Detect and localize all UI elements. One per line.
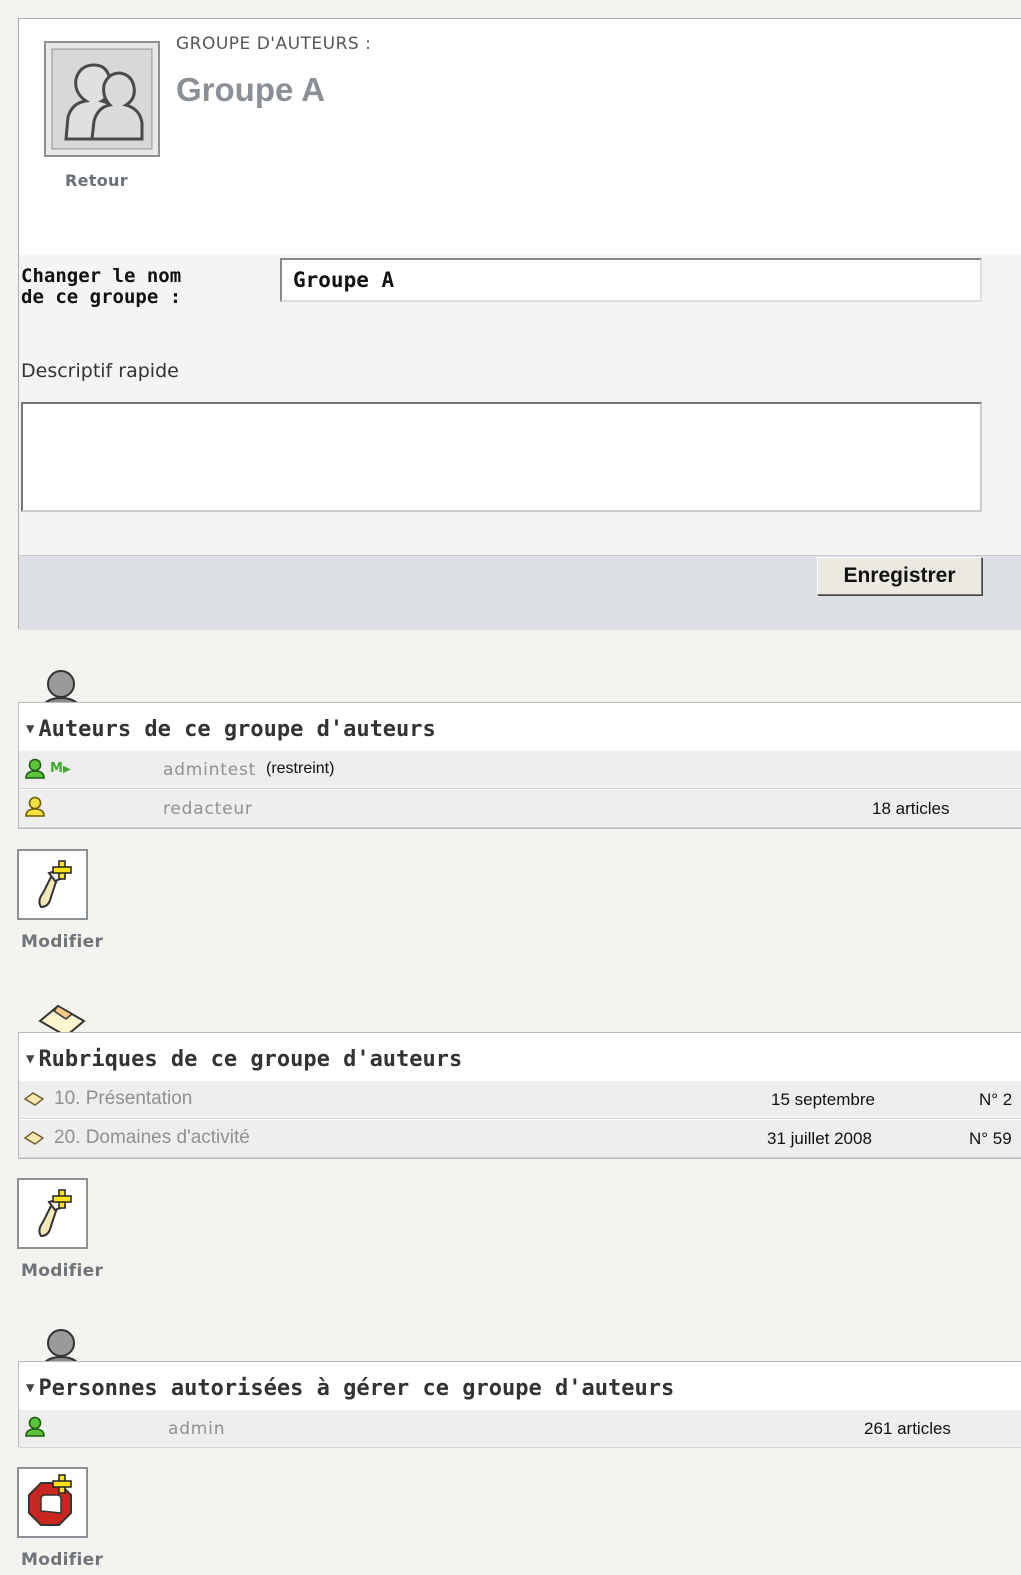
group-icon — [51, 48, 153, 150]
group-header: Retour GROUPE D'AUTEURS : Groupe A — [19, 19, 1021, 256]
redactor-user-icon — [25, 796, 45, 817]
rename-label-line2: de ce groupe : — [21, 286, 182, 308]
modify-managers-button[interactable] — [17, 1467, 88, 1538]
authors-section: ▼ Auteurs de ce groupe d'auteurs M▶ admin… — [18, 702, 1021, 829]
article-count: 261 articles — [864, 1419, 951, 1438]
group-edit-panel: Retour GROUPE D'AUTEURS : Groupe A — [18, 18, 1021, 630]
description-label: Descriptif rapide — [21, 360, 179, 382]
rename-label-line1: Changer le nom — [21, 265, 182, 287]
save-button[interactable]: Enregistrer — [817, 557, 982, 595]
admin-user-icon — [25, 758, 45, 779]
back-button[interactable] — [44, 41, 160, 157]
rubrics-section-title[interactable]: ▼ Rubriques de ce groupe d'auteurs — [26, 1047, 462, 1072]
folder-icon — [23, 1131, 45, 1145]
modify-rubrics-label[interactable]: Modifier — [21, 1261, 103, 1281]
admin-badge: M▶ — [50, 761, 71, 776]
modify-managers-label[interactable]: Modifier — [21, 1550, 103, 1570]
rubric-number: N° 2 — [979, 1090, 1013, 1109]
table-row[interactable]: 20. Domaines d'activité 31 juillet 2008 … — [19, 1119, 1021, 1158]
edit-tool-plus-icon — [38, 860, 72, 909]
admin-user-icon — [25, 1416, 45, 1437]
table-row[interactable]: 10. Présentation 15 septembre N° 2 — [19, 1080, 1021, 1119]
group-name-input[interactable]: Groupe A — [280, 258, 982, 302]
modify-rubrics-button[interactable] — [17, 1178, 88, 1249]
rubric-date: 31 juillet 2008 — [767, 1129, 872, 1148]
page-kicker: GROUPE D'AUTEURS : — [176, 34, 372, 54]
collapse-triangle-icon[interactable]: ▼ — [26, 721, 34, 737]
rubric-title[interactable]: 10. Présentation — [54, 1088, 192, 1110]
rubric-number: N° 59 — [969, 1129, 1012, 1148]
managers-section: ▼ Personnes autorisées à gérer ce groupe … — [18, 1361, 1021, 1448]
author-name[interactable]: redacteur — [163, 799, 253, 819]
rubric-date: 15 septembre — [771, 1090, 875, 1109]
folder-icon — [23, 1092, 45, 1106]
collapse-triangle-icon[interactable]: ▼ — [26, 1051, 34, 1067]
manager-name[interactable]: admin — [168, 1419, 225, 1439]
back-label[interactable]: Retour — [65, 171, 128, 190]
table-row[interactable]: admin 261 articles — [19, 1409, 1021, 1448]
rubric-title[interactable]: 20. Domaines d'activité — [54, 1127, 250, 1149]
collapse-triangle-icon[interactable]: ▼ — [26, 1380, 34, 1396]
stop-plus-icon — [28, 1474, 72, 1526]
author-name[interactable]: admintest — [163, 760, 256, 780]
description-textarea[interactable] — [21, 402, 982, 512]
rubrics-section: ▼ Rubriques de ce groupe d'auteurs 10. Pr… — [18, 1032, 1021, 1159]
table-row[interactable]: M▶ admintest (restreint) — [19, 750, 1021, 789]
page-title: Groupe A — [176, 71, 326, 108]
edit-tool-plus-icon — [38, 1189, 72, 1238]
rename-label: Changer le nom de ce groupe : — [21, 266, 181, 308]
authors-section-title[interactable]: ▼ Auteurs de ce groupe d'auteurs — [26, 717, 436, 742]
managers-section-title[interactable]: ▼ Personnes autorisées à gérer ce groupe … — [26, 1376, 674, 1401]
modify-authors-label[interactable]: Modifier — [21, 932, 103, 952]
modify-authors-button[interactable] — [17, 849, 88, 920]
table-row[interactable]: redacteur 18 articles — [19, 789, 1021, 828]
author-status: (restreint) — [266, 760, 335, 777]
article-count: 18 articles — [872, 799, 950, 818]
